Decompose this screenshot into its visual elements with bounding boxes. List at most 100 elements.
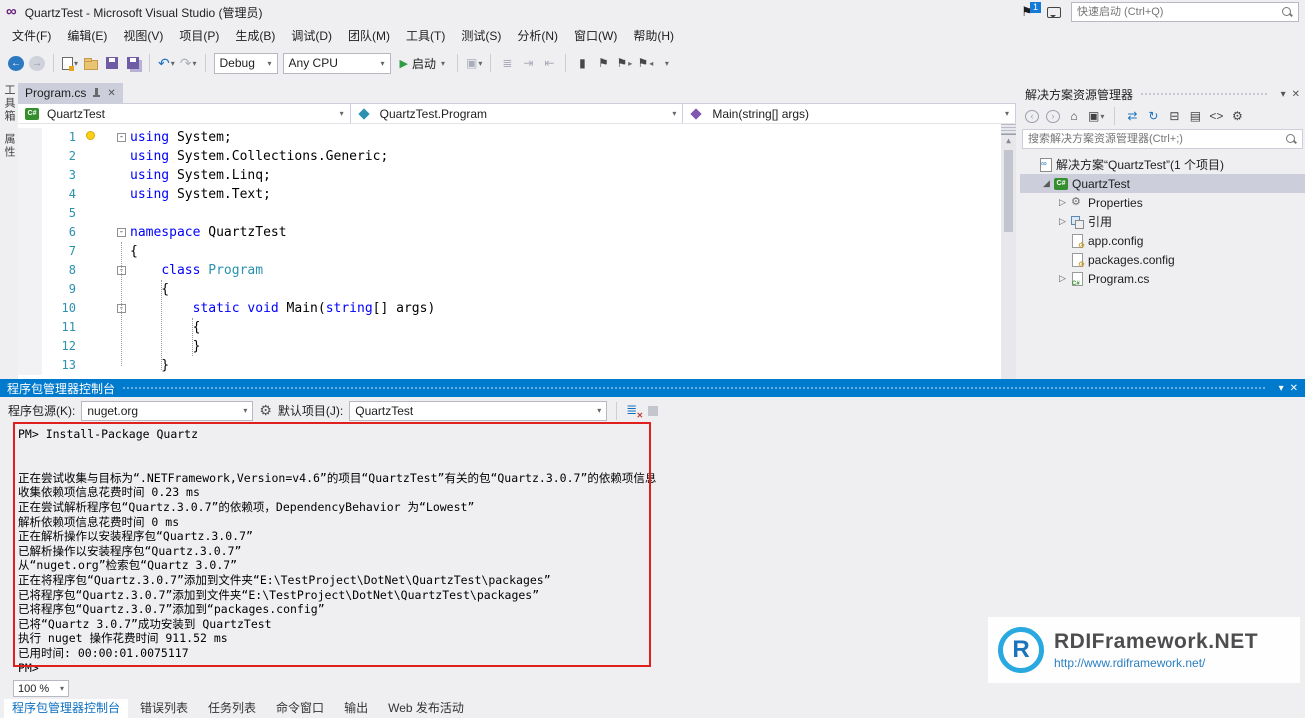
bottom-tab[interactable]: 错误列表 — [132, 699, 196, 718]
bottom-tab[interactable]: 输出 — [336, 699, 376, 718]
breakpoint-margin[interactable] — [18, 299, 42, 318]
redo-icon[interactable]: ↷ ▾ — [180, 53, 197, 73]
flag-thread-icon[interactable]: ⚑ — [595, 53, 611, 73]
menu-item[interactable]: 生成(B) — [227, 24, 283, 48]
menu-item[interactable]: 项目(P) — [171, 24, 227, 48]
toolbar-overflow-icon[interactable]: ▾ — [658, 53, 674, 73]
breakpoint-margin[interactable] — [18, 185, 42, 204]
view-code-icon[interactable]: <> — [1209, 109, 1223, 123]
breakpoint-margin[interactable] — [18, 242, 42, 261]
step-into-icon[interactable]: ⇥ — [520, 53, 536, 73]
tree-item[interactable]: ▷ Program.cs — [1020, 269, 1305, 288]
save-all-icon[interactable] — [125, 53, 141, 73]
solution-configuration-dropdown[interactable]: Debug ▾ — [213, 52, 278, 74]
default-project-dropdown[interactable]: QuartzTest ▾ — [349, 400, 608, 421]
back-icon[interactable]: ‹ — [1025, 109, 1039, 123]
breakpoint-margin[interactable] — [18, 204, 42, 223]
menu-item[interactable]: 文件(F) — [4, 24, 59, 48]
close-icon[interactable]: ✕ — [1290, 383, 1298, 394]
menu-item[interactable]: 团队(M) — [340, 24, 398, 48]
fold-collapse-icon[interactable]: - — [117, 133, 126, 142]
clear-console-icon[interactable] — [626, 402, 643, 420]
navigate-back-icon[interactable]: ← — [8, 55, 24, 71]
solution-platform-dropdown[interactable]: Any CPU ▾ — [282, 52, 391, 74]
bottom-tab[interactable]: 命令窗口 — [268, 699, 332, 718]
notifications-flag-icon[interactable]: ⚑ 1 — [1017, 2, 1041, 20]
step-over-icon[interactable]: ⇤ — [541, 53, 557, 73]
menu-item[interactable]: 帮助(H) — [625, 24, 682, 48]
solution-explorer-search-input[interactable] — [1028, 133, 1286, 145]
breakpoint-margin[interactable] — [18, 147, 42, 166]
tree-item[interactable]: ▷ 引用 — [1020, 212, 1305, 231]
bottom-tab[interactable]: Web 发布活动 — [380, 699, 472, 718]
scroll-up-icon[interactable]: ▲ — [1006, 135, 1011, 147]
tree-item[interactable]: ◢ QuartzTest — [1020, 174, 1305, 193]
breakpoint-margin[interactable] — [18, 356, 42, 375]
collapse-all-icon[interactable]: ⊟ — [1167, 109, 1181, 123]
splitter-grip[interactable] — [1001, 124, 1016, 135]
save-icon[interactable] — [104, 53, 120, 73]
menu-item[interactable]: 窗口(W) — [566, 24, 625, 48]
undo-icon[interactable]: ↶ ▾ — [158, 53, 175, 73]
tree-item[interactable]: app.config — [1020, 231, 1305, 250]
home-icon[interactable]: ⌂ — [1067, 109, 1081, 123]
step-commands-icon[interactable]: ≣ — [499, 53, 515, 73]
bottom-tab[interactable]: 任务列表 — [200, 699, 264, 718]
open-file-icon[interactable] — [83, 53, 99, 73]
close-icon[interactable]: ✕ — [107, 88, 115, 99]
window-position-icon[interactable]: ▾ — [1279, 383, 1284, 394]
quick-launch-input[interactable] — [1077, 6, 1282, 18]
tree-expand-icon[interactable]: ◢ — [1040, 178, 1053, 189]
show-all-files-icon[interactable]: ▤ — [1188, 109, 1202, 123]
quick-action-lightbulb-icon[interactable] — [86, 131, 95, 140]
menu-item[interactable]: 视图(V) — [115, 24, 171, 48]
breakpoint-margin[interactable] — [18, 223, 42, 242]
package-source-dropdown[interactable]: nuget.org ▾ — [81, 400, 254, 421]
pin-icon[interactable] — [92, 87, 101, 99]
breakpoint-margin[interactable] — [18, 166, 42, 185]
menu-item[interactable]: 工具(T) — [398, 24, 453, 48]
menu-item[interactable]: 编辑(E) — [59, 24, 115, 48]
prev-bookmark-icon[interactable]: ⚑ ◂ — [637, 53, 653, 73]
window-position-icon[interactable]: ▾ — [1281, 89, 1286, 100]
tree-item[interactable]: ▷ Properties — [1020, 193, 1305, 212]
editor-zoom-dropdown[interactable]: 100 % ▾ — [13, 680, 69, 697]
menu-item[interactable]: 调试(D) — [283, 24, 340, 48]
type-dropdown[interactable]: QuartzTest.Program ▾ — [350, 104, 684, 123]
start-debug-button[interactable]: ▶ 启动 ▾ — [396, 52, 450, 74]
solution-explorer-header[interactable]: 解决方案资源管理器 ▾ ✕ — [1020, 84, 1305, 104]
next-bookmark-icon[interactable]: ⚑ ▸ — [616, 53, 632, 73]
member-dropdown[interactable]: Main(string[] args) ▾ — [683, 104, 1017, 123]
breakpoint-margin[interactable] — [18, 337, 42, 356]
fold-collapse-icon[interactable]: - — [117, 228, 126, 237]
tree-expand-icon[interactable]: ▷ — [1056, 216, 1069, 227]
breakpoint-margin[interactable] — [18, 128, 42, 147]
properties-icon[interactable]: ⚙ — [1230, 109, 1244, 123]
document-tab-program-cs[interactable]: Program.cs ✕ — [18, 83, 123, 103]
feedback-icon[interactable] — [1047, 6, 1061, 18]
hot-reload-icon[interactable]: ▣ ▾ — [466, 53, 482, 73]
side-dock-tab[interactable]: 工具箱 — [1, 84, 17, 123]
pending-changes-filter-icon[interactable]: ▣ ▾ — [1088, 109, 1104, 123]
tree-item[interactable]: 解决方案“QuartzTest”(1 个项目) — [1020, 155, 1305, 174]
menu-item[interactable]: 测试(S) — [453, 24, 509, 48]
code-editor[interactable]: 1- using System; 2 using System.Collections… — [18, 124, 1016, 379]
console-header[interactable]: 程序包管理器控制台 ▾ ✕ — [0, 379, 1305, 397]
editor-vertical-scrollbar[interactable]: ▲ — [1001, 124, 1016, 379]
solution-explorer-search-box[interactable] — [1022, 129, 1303, 149]
package-source-settings-gear-icon[interactable]: ⚙ — [259, 402, 272, 419]
quick-launch-box[interactable] — [1071, 2, 1299, 22]
refresh-icon[interactable]: ↻ — [1146, 109, 1160, 123]
breakpoint-margin[interactable] — [18, 280, 42, 299]
stop-icon[interactable] — [648, 405, 659, 416]
close-icon[interactable]: ✕ — [1292, 89, 1300, 100]
tree-expand-icon[interactable]: ▷ — [1056, 273, 1069, 284]
navigate-forward-icon[interactable]: → — [29, 55, 45, 71]
bottom-tab[interactable]: 程序包管理器控制台 — [4, 698, 129, 718]
scrollbar-thumb[interactable] — [1004, 150, 1013, 232]
menu-item[interactable]: 分析(N) — [509, 24, 566, 48]
sync-with-active-document-icon[interactable]: ⇄ — [1125, 109, 1139, 123]
forward-icon[interactable]: › — [1046, 109, 1060, 123]
tree-item[interactable]: packages.config — [1020, 250, 1305, 269]
breakpoint-margin[interactable] — [18, 261, 42, 280]
